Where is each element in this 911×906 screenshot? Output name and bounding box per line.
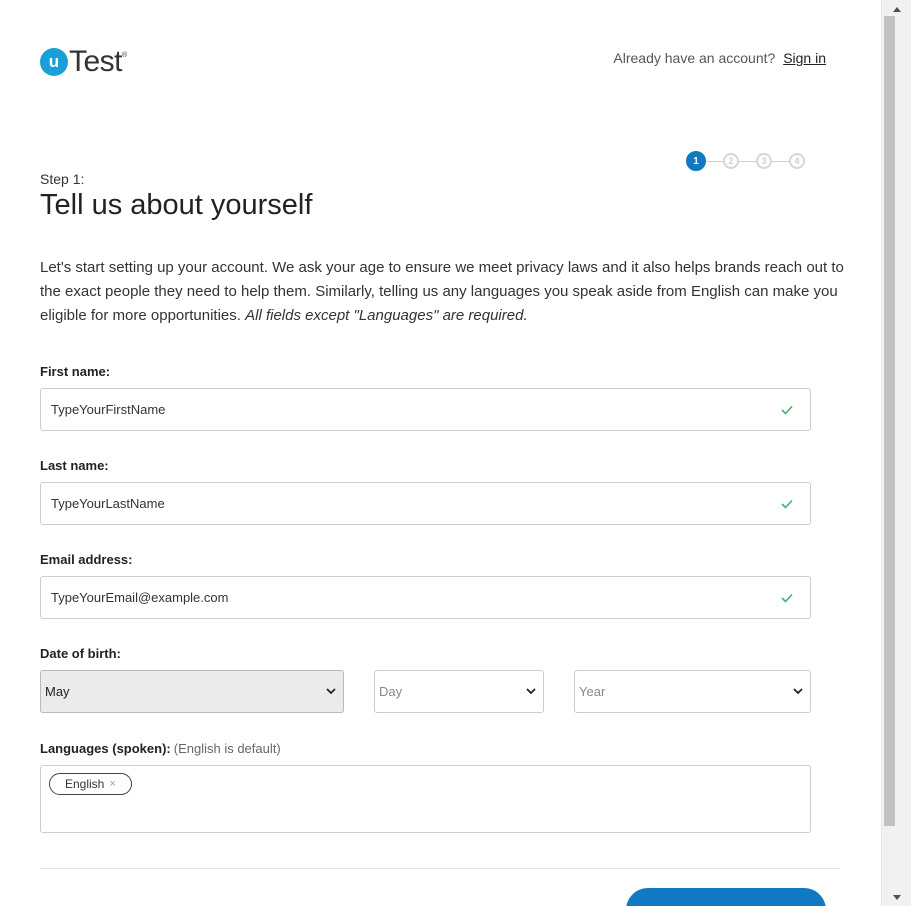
languages-hint: (English is default) [173, 741, 281, 756]
dob-day-select[interactable]: Day [374, 670, 544, 713]
scroll-down-arrow-icon[interactable] [882, 890, 911, 904]
check-icon [776, 593, 798, 603]
email-field[interactable]: TypeYourEmail@example.com [40, 576, 811, 619]
dob-month-value: May [45, 684, 70, 699]
scroll-up-arrow-icon[interactable] [882, 2, 911, 16]
signup-page: u Test ® Already have an account? Sign i… [0, 0, 881, 906]
step-label: Step 1: [40, 171, 85, 187]
step-connector [739, 160, 756, 162]
dob-label: Date of birth: [40, 646, 121, 661]
last-name-value: TypeYourLastName [51, 496, 165, 511]
logo-registered-mark: ® [122, 52, 128, 59]
dob-year-placeholder: Year [579, 684, 606, 699]
check-icon [776, 499, 798, 509]
step-1: 1 [686, 151, 706, 171]
account-prompt: Already have an account? [613, 50, 776, 66]
first-name-field[interactable]: TypeYourFirstName [40, 388, 811, 431]
chevron-down-icon [524, 688, 538, 695]
languages-label-text: Languages (spoken): [40, 741, 171, 756]
last-name-label: Last name: [40, 458, 109, 473]
languages-input[interactable]: English × [40, 765, 811, 833]
dob-day-placeholder: Day [379, 684, 403, 699]
chevron-down-icon [324, 688, 338, 695]
chevron-down-icon [791, 688, 805, 695]
step-connector [706, 160, 723, 162]
step-4: 4 [789, 153, 805, 169]
step-2: 2 [723, 153, 739, 169]
language-tag-label: English [65, 777, 105, 791]
email-label: Email address: [40, 552, 133, 567]
step-3: 3 [756, 153, 772, 169]
email-value: TypeYourEmail@example.com [51, 590, 229, 605]
remove-tag-icon[interactable]: × [109, 778, 115, 790]
languages-label: Languages (spoken): (English is default) [40, 741, 281, 756]
check-icon [776, 405, 798, 415]
step-connector [772, 160, 789, 162]
page-title: Tell us about yourself [40, 189, 313, 221]
step-indicator: 1 2 3 4 [686, 151, 805, 171]
logo-mark: u [40, 48, 68, 76]
form-divider [40, 868, 840, 869]
utest-logo[interactable]: u Test ® [40, 45, 128, 78]
dob-month-select[interactable]: May [40, 670, 344, 713]
language-tag-english: English × [49, 773, 132, 795]
scrollbar-thumb[interactable] [884, 16, 895, 826]
dob-year-select[interactable]: Year [574, 670, 811, 713]
required-note: All fields except "Languages" are requir… [245, 307, 528, 324]
last-name-field[interactable]: TypeYourLastName [40, 482, 811, 525]
first-name-value: TypeYourFirstName [51, 402, 166, 417]
logo-text: Test [69, 45, 123, 78]
signin-link[interactable]: Sign in [783, 50, 826, 66]
next-button[interactable] [626, 888, 826, 906]
vertical-scrollbar[interactable] [881, 0, 911, 906]
first-name-label: First name: [40, 364, 111, 379]
intro-text: Let's start setting up your account. We … [40, 256, 850, 328]
signin-area: Already have an account? Sign in [613, 50, 826, 66]
